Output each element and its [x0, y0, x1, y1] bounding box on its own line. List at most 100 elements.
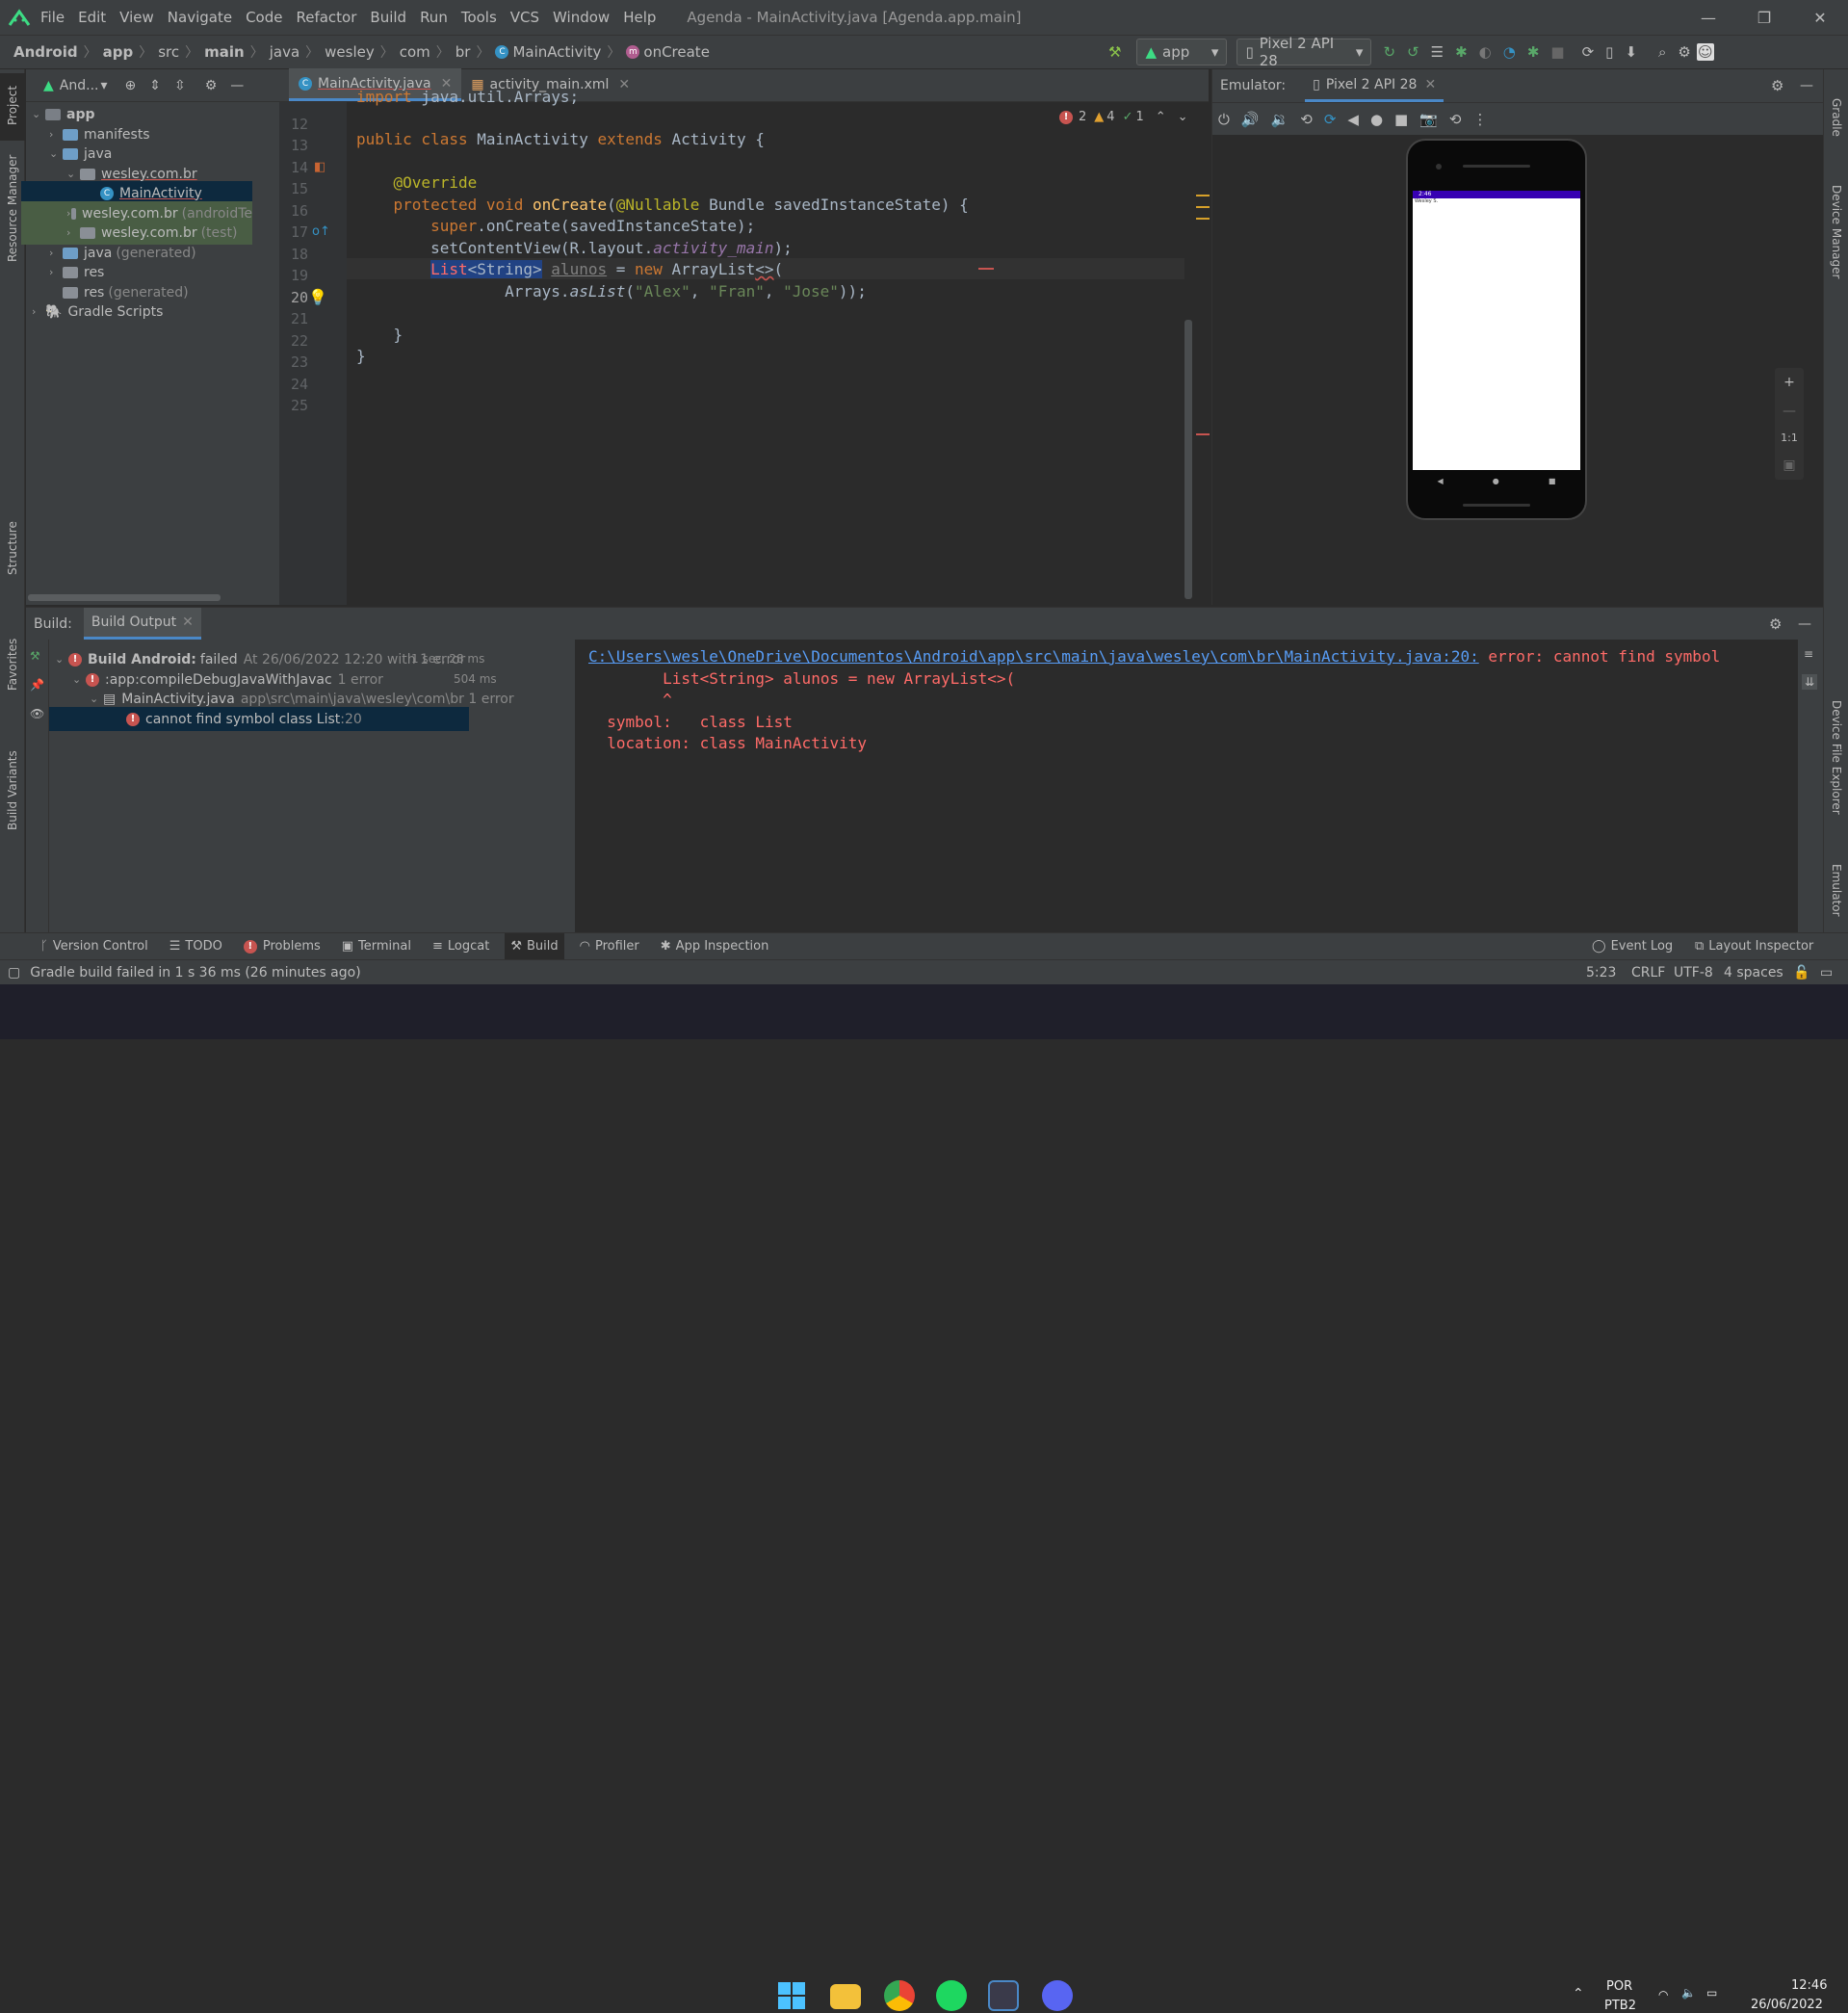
run-tests-icon[interactable]: ☰ [1425, 39, 1449, 65]
eye-icon[interactable]: 👁 [30, 707, 44, 720]
menu-vcs[interactable]: VCS [510, 9, 539, 26]
line-separator[interactable]: CRLF [1631, 965, 1665, 980]
menu-file[interactable]: File [40, 9, 65, 26]
build-output-console[interactable]: C:\Users\wesle\OneDrive\Documentos\Andro… [588, 640, 1798, 933]
tree-item-gradle-scripts[interactable]: › 🐘 Gradle Scripts [32, 300, 163, 324]
lock-icon[interactable]: 🔓 [1793, 965, 1809, 980]
make-project-icon[interactable]: ⚒ [1103, 39, 1127, 65]
breadcrumb-mainactivity[interactable]: MainActivity [512, 43, 601, 61]
language-primary[interactable]: POR [1606, 1979, 1632, 1994]
close-icon[interactable]: ✕ [182, 614, 194, 630]
toggle-tool-windows-icon[interactable]: ▢ [8, 965, 20, 980]
menu-refactor[interactable]: Refactor [296, 9, 356, 26]
breadcrumb-app[interactable]: app [103, 43, 134, 61]
tool-todo[interactable]: ☰ TODO [169, 939, 222, 954]
rebuild-hammer-icon[interactable]: ⚒ [30, 649, 40, 663]
home-icon[interactable]: ● [1493, 477, 1499, 485]
settings-gear-icon[interactable]: ⚙ [205, 78, 218, 93]
android-studio-taskbar-icon[interactable] [988, 1980, 1019, 2011]
code-area[interactable]: import java.util.Arrays; public class Ma… [279, 69, 1184, 605]
build-variants-tool-label[interactable]: Build Variants [6, 750, 19, 830]
tool-logcat[interactable]: ≡ Logcat [432, 939, 489, 954]
menu-build[interactable]: Build [370, 9, 406, 26]
project-tool-label[interactable]: Project [6, 86, 19, 125]
back-icon[interactable]: ◀ [1438, 477, 1444, 485]
file-explorer-icon[interactable] [830, 1984, 861, 2009]
battery-icon[interactable]: ▭ [1706, 1986, 1717, 2000]
apply-code-changes-icon[interactable]: ↺ [1401, 39, 1425, 65]
breadcrumb-br[interactable]: br [455, 43, 471, 61]
menu-run[interactable]: Run [420, 9, 448, 26]
device-dropdown[interactable]: ▯ Pixel 2 API 28 ▾ [1236, 35, 1372, 69]
settings-gear-icon[interactable]: ⚙ [1769, 615, 1782, 633]
run-config-dropdown[interactable]: ▲ app ▾ [1136, 39, 1228, 65]
menu-code[interactable]: Code [246, 9, 282, 26]
tool-event-log[interactable]: ◯ Event Log [1592, 939, 1673, 954]
favorites-tool-label[interactable]: Favorites [6, 639, 19, 691]
avatar-icon[interactable]: ☺ [1696, 43, 1714, 61]
close-icon[interactable]: ✕ [1424, 77, 1436, 92]
back-icon[interactable]: ◀ [1341, 107, 1365, 132]
language-secondary[interactable]: PTB2 [1604, 1999, 1636, 2013]
emulator-tool-label[interactable]: Emulator [1830, 864, 1843, 917]
tab-emulator-device[interactable]: ▯ Pixel 2 API 28 ✕ [1305, 69, 1445, 102]
wifi-icon[interactable]: ◠ [1658, 1988, 1668, 2001]
menu-navigate[interactable]: Navigate [168, 9, 232, 26]
tool-profiler[interactable]: ◠ Profiler [580, 939, 639, 954]
volume-up-icon[interactable]: 🔊 [1236, 107, 1265, 132]
device-file-explorer-tool-label[interactable]: Device File Explorer [1830, 700, 1843, 815]
scroll-to-end-icon[interactable]: ⇊ [1802, 674, 1818, 690]
menu-help[interactable]: Help [623, 9, 656, 26]
tool-terminal[interactable]: ▣ Terminal [342, 939, 411, 954]
fit-screen-icon[interactable]: ▣ [1783, 458, 1795, 473]
tool-layout-inspector[interactable]: ⧉ Layout Inspector [1695, 939, 1813, 954]
home-icon[interactable]: ● [1365, 107, 1389, 132]
zoom-out-icon[interactable]: — [1783, 404, 1796, 419]
power-icon[interactable]: ⏻ [1212, 107, 1236, 132]
zoom-actual-size[interactable]: 1:1 [1781, 431, 1798, 444]
error-file-link[interactable]: C:\Users\wesle\OneDrive\Documentos\Andro… [588, 647, 1479, 666]
breadcrumb-android[interactable]: Android [13, 43, 78, 61]
volume-down-icon[interactable]: 🔉 [1265, 107, 1295, 132]
notifications-icon[interactable]: ▭ [1820, 965, 1833, 980]
sync-gradle-icon[interactable]: ⟳ [1576, 39, 1601, 65]
hide-panel-icon[interactable]: — [230, 78, 244, 93]
discord-icon[interactable] [1042, 1980, 1073, 2011]
sdk-manager-icon[interactable]: ⬇ [1619, 39, 1643, 65]
chrome-icon[interactable] [884, 1980, 915, 2011]
breadcrumb-src[interactable]: src [158, 43, 179, 61]
maximize-button[interactable]: ❐ [1736, 0, 1792, 35]
minimize-button[interactable]: — [1680, 0, 1736, 35]
zoom-in-icon[interactable]: + [1783, 375, 1795, 390]
menu-tools[interactable]: Tools [461, 9, 497, 26]
pin-icon[interactable]: 📌 [30, 678, 44, 692]
tool-app-inspection[interactable]: ✱ App Inspection [661, 939, 769, 954]
tool-problems[interactable]: ! Problems [243, 939, 321, 954]
clock-date[interactable]: 26/06/2022 [1751, 1998, 1823, 2012]
coverage-icon[interactable]: ◐ [1473, 39, 1497, 65]
phone-screen[interactable]: 2:46 Wesley S. [1413, 191, 1580, 470]
structure-tool-label[interactable]: Structure [6, 521, 19, 575]
close-window-button[interactable]: ✕ [1792, 0, 1848, 35]
volume-icon[interactable]: 🔈 [1681, 1986, 1696, 2000]
tool-build[interactable]: ⚒ Build [505, 932, 564, 960]
rotate-left-icon[interactable]: ⟲ [1294, 107, 1318, 132]
debug-icon[interactable]: ✱ [1449, 39, 1473, 65]
soft-wrap-icon[interactable]: ≡ [1804, 647, 1813, 661]
breadcrumb-java[interactable]: java [270, 43, 299, 61]
clock-time[interactable]: 12:46 [1791, 1978, 1827, 1993]
breadcrumb-main[interactable]: main [204, 43, 245, 61]
indent-setting[interactable]: 4 spaces [1724, 965, 1783, 980]
collapse-all-icon[interactable]: ⇳ [174, 78, 186, 93]
caret-position[interactable]: 5:23 [1586, 965, 1616, 980]
windows-start-icon[interactable] [776, 1980, 807, 2011]
file-encoding[interactable]: UTF-8 [1674, 965, 1713, 980]
error-stripe-marker[interactable] [978, 268, 994, 270]
screenshot-icon[interactable]: 📷 [1414, 107, 1444, 132]
menu-view[interactable]: View [119, 9, 154, 26]
snapshot-icon[interactable]: ⟲ [1444, 107, 1468, 132]
breadcrumb-com[interactable]: com [400, 43, 430, 61]
attach-debugger-icon[interactable]: ✱ [1522, 39, 1546, 65]
device-manager-tool-label[interactable]: Device Manager [1830, 185, 1843, 278]
hide-panel-icon[interactable]: — [1798, 616, 1811, 632]
